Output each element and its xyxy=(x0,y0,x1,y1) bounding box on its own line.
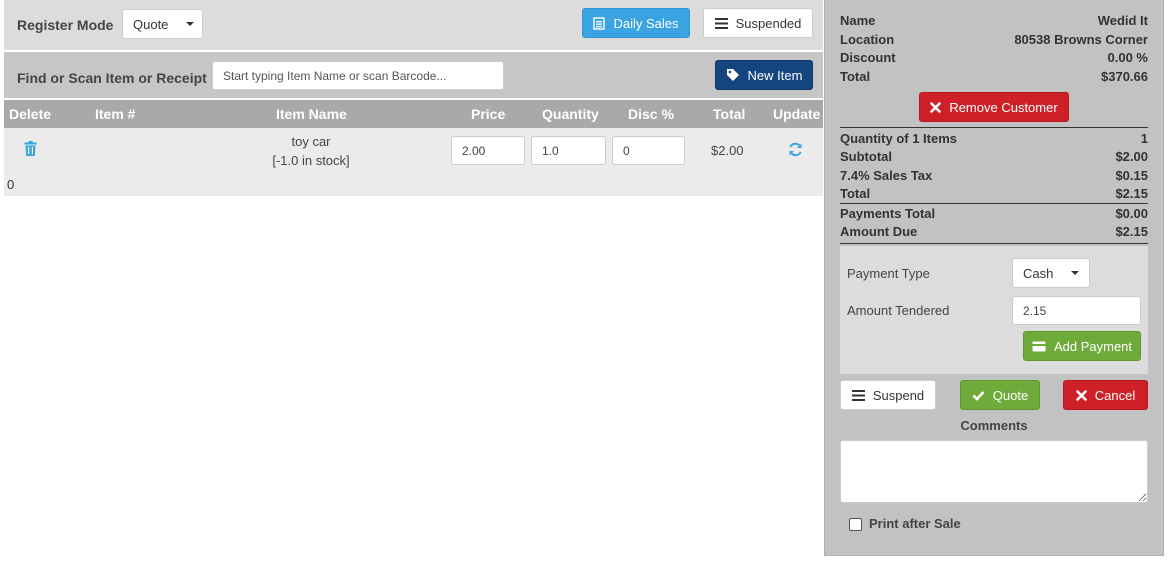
customer-location-row: Location 80538 Browns Corner xyxy=(840,31,1148,48)
quantity-total-value: 1 xyxy=(1140,131,1148,146)
amount-due-row: Amount Due $2.15 xyxy=(840,223,1148,240)
trash-icon xyxy=(24,141,37,156)
col-header-update: Update xyxy=(773,106,821,122)
quantity-value: 1.0 xyxy=(542,143,559,158)
remove-customer-label: Remove Customer xyxy=(949,99,1058,115)
add-payment-button[interactable]: Add Payment xyxy=(1023,331,1141,361)
comments-textarea[interactable] xyxy=(840,440,1148,503)
tax-row: 7.4% Sales Tax $0.15 xyxy=(840,167,1148,184)
tax-label: 7.4% Sales Tax xyxy=(840,168,933,183)
subtotal-value: $2.00 xyxy=(1115,149,1148,164)
amount-tendered-label: Amount Tendered xyxy=(847,303,950,318)
customer-total-label: Total xyxy=(840,69,871,84)
quantity-row: Quantity of 1 Items 1 xyxy=(840,130,1148,147)
list-icon xyxy=(714,17,728,29)
quantity-label: Quantity of 1 Items xyxy=(840,131,958,146)
customer-name-label: Name xyxy=(840,13,876,28)
customer-location-label: Location xyxy=(840,32,895,47)
price-value: 2.00 xyxy=(462,143,486,158)
list-icon xyxy=(851,389,865,401)
total-value: $2.15 xyxy=(1115,186,1148,201)
add-payment-label: Add Payment xyxy=(1053,338,1133,354)
payment-type-select[interactable]: Cash xyxy=(1012,258,1090,288)
customer-discount-label: Discount xyxy=(840,50,896,65)
customer-total-row: Total $370.66 xyxy=(840,68,1148,85)
suspend-button[interactable]: Suspend xyxy=(840,380,936,410)
quote-button[interactable]: Quote xyxy=(960,380,1040,410)
cancel-button[interactable]: Cancel xyxy=(1063,380,1148,410)
payments-total-row: Payments Total $0.00 xyxy=(840,205,1148,222)
quantity-input[interactable]: 1.0 xyxy=(531,136,606,165)
amount-tendered-value: 2.15 xyxy=(1023,303,1047,318)
table-footer-text: 0 xyxy=(7,177,15,192)
summary-divider-middle xyxy=(840,203,1148,204)
quote-label: Quote xyxy=(992,387,1029,403)
col-header-total: Total xyxy=(713,106,746,122)
amount-due-value: $2.15 xyxy=(1115,224,1148,239)
discount-input[interactable]: 0 xyxy=(612,136,685,165)
col-header-delete: Delete xyxy=(9,106,52,122)
customer-name-value: Wedid It xyxy=(1097,13,1148,28)
row-total: $2.00 xyxy=(711,143,744,158)
chevron-down-icon xyxy=(186,22,195,26)
remove-customer-button[interactable]: Remove Customer xyxy=(919,92,1069,122)
tag-icon xyxy=(726,69,739,81)
customer-name-row: Name Wedid It xyxy=(840,12,1148,29)
discount-value: 0 xyxy=(623,143,630,158)
summary-divider-top xyxy=(840,127,1148,128)
tax-value: $0.15 xyxy=(1115,168,1148,183)
col-header-price: Price xyxy=(471,106,506,122)
check-icon xyxy=(972,390,985,401)
suspended-button[interactable]: Suspended xyxy=(703,8,813,38)
search-placeholder: Start typing Item Name or scan Barcode..… xyxy=(223,68,447,83)
total-row: Total $2.15 xyxy=(840,185,1148,202)
item-stock: [-1.0 in stock] xyxy=(272,153,350,168)
payment-type-label: Payment Type xyxy=(847,266,930,281)
cancel-label: Cancel xyxy=(1094,387,1136,403)
subtotal-row: Subtotal $2.00 xyxy=(840,148,1148,165)
total-label: Total xyxy=(840,186,871,201)
payments-total-label: Payments Total xyxy=(840,206,936,221)
customer-total-value: $370.66 xyxy=(1101,69,1148,84)
report-icon xyxy=(593,16,606,30)
summary-divider-bottom xyxy=(840,243,1148,244)
daily-sales-button[interactable]: Daily Sales xyxy=(582,8,690,38)
print-after-sale-checkbox[interactable] xyxy=(849,518,862,531)
new-item-button[interactable]: New Item xyxy=(715,60,813,90)
amount-due-label: Amount Due xyxy=(840,224,918,239)
delete-item-button[interactable] xyxy=(24,141,38,157)
payments-total-value: $0.00 xyxy=(1115,206,1148,221)
new-item-label: New Item xyxy=(747,67,803,83)
col-header-item-number: Item # xyxy=(95,106,136,122)
close-icon xyxy=(930,101,942,113)
price-input[interactable]: 2.00 xyxy=(451,136,525,165)
comments-label: Comments xyxy=(960,418,1028,433)
daily-sales-label: Daily Sales xyxy=(613,15,679,31)
register-mode-value: Quote xyxy=(133,16,169,32)
customer-location-value: 80538 Browns Corner xyxy=(1014,32,1148,47)
col-header-quantity: Quantity xyxy=(542,106,599,122)
suspended-label: Suspended xyxy=(735,15,802,31)
suspend-label: Suspend xyxy=(872,387,925,403)
chevron-down-icon xyxy=(1071,271,1080,275)
register-mode-select[interactable]: Quote xyxy=(122,9,203,39)
refresh-icon xyxy=(789,142,802,157)
register-mode-label: Register Mode xyxy=(17,17,114,33)
item-name: toy car xyxy=(291,134,331,149)
item-search-input[interactable]: Start typing Item Name or scan Barcode..… xyxy=(212,61,504,90)
search-label: Find or Scan Item or Receipt xyxy=(17,70,207,86)
amount-tendered-input[interactable]: 2.15 xyxy=(1012,296,1141,325)
customer-discount-value: 0.00 % xyxy=(1107,50,1148,65)
close-icon xyxy=(1075,389,1087,401)
col-header-discount: Disc % xyxy=(628,106,674,122)
col-header-item-name: Item Name xyxy=(276,106,347,122)
item-name-cell: toy car [-1.0 in stock] xyxy=(235,132,387,170)
customer-discount-row: Discount 0.00 % xyxy=(840,49,1148,66)
table-row xyxy=(4,128,823,196)
subtotal-label: Subtotal xyxy=(840,149,892,164)
credit-card-icon xyxy=(1032,341,1046,351)
print-after-sale-label: Print after Sale xyxy=(869,516,961,531)
payment-type-value: Cash xyxy=(1023,265,1054,281)
update-item-button[interactable] xyxy=(788,142,803,157)
